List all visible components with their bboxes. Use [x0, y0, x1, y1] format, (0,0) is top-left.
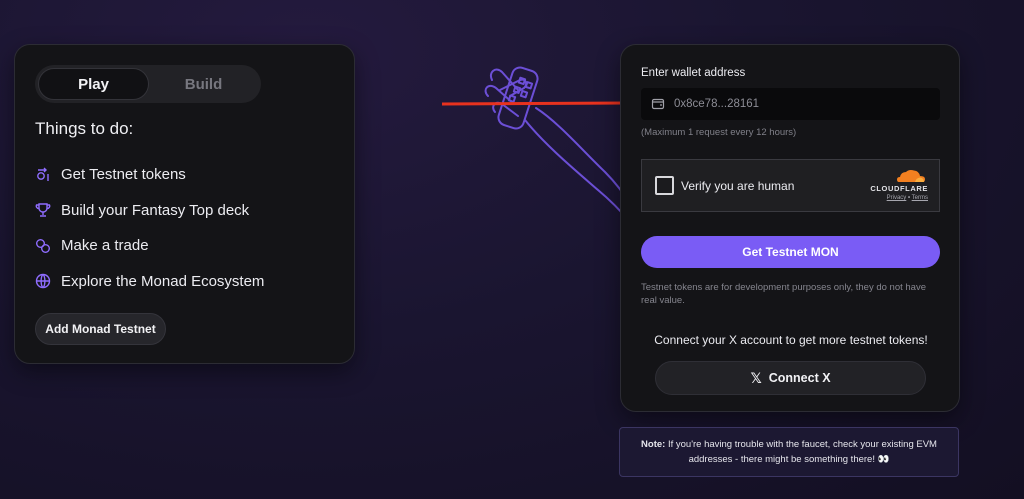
tab-build[interactable]: Build	[149, 68, 258, 100]
terms-link[interactable]: Terms	[912, 195, 928, 201]
link-separator: •	[907, 195, 911, 201]
coins-icon	[35, 167, 51, 183]
note-text: If you're having trouble with the faucet…	[667, 439, 937, 465]
globe-icon	[35, 273, 51, 289]
rate-limit-note: (Maximum 1 request every 12 hours)	[641, 127, 797, 138]
wallet-address-field[interactable]	[641, 88, 940, 120]
todo-item-label: Explore the Monad Ecosystem	[61, 272, 265, 290]
human-verify-checkbox[interactable]	[655, 176, 674, 195]
x-logo-icon: 𝕏	[750, 369, 762, 386]
tab-play[interactable]: Play	[38, 68, 149, 100]
wallet-label: Enter wallet address	[641, 67, 746, 79]
faucet-note: Note: If you're having trouble with the …	[619, 427, 959, 477]
trophy-icon	[35, 202, 51, 218]
captcha-links: Privacy • Terms	[887, 195, 928, 201]
todo-item-explore[interactable]: Explore the Monad Ecosystem	[35, 264, 264, 300]
connect-prompt: Connect your X account to get more testn…	[654, 333, 928, 347]
mode-tabs: Play Build	[35, 65, 261, 103]
connect-x-button[interactable]: 𝕏 Connect X	[655, 361, 926, 395]
exchange-icon	[35, 238, 51, 254]
todo-item-fantasy-deck[interactable]: Build your Fantasy Top deck	[35, 193, 264, 229]
todo-card: Play Build Things to do: Get Testnet tok…	[14, 44, 355, 364]
todo-item-label: Get Testnet tokens	[61, 166, 186, 184]
disclaimer-text: Testnet tokens are for development purpo…	[641, 282, 926, 306]
wallet-address-input[interactable]	[674, 98, 924, 110]
cloudflare-captcha: Verify you are human CLOUDFLARE Privacy …	[641, 159, 940, 212]
todo-item-label: Make a trade	[61, 237, 149, 255]
cloudflare-wordmark: CLOUDFLARE	[870, 184, 928, 193]
connect-x-label: Connect X	[768, 371, 831, 385]
todo-item-get-tokens[interactable]: Get Testnet tokens	[35, 157, 264, 193]
todo-item-label: Build your Fantasy Top deck	[61, 201, 250, 219]
add-monad-testnet-button[interactable]: Add Monad Testnet	[35, 313, 166, 345]
faucet-card: Enter wallet address (Maximum 1 request …	[620, 44, 960, 412]
note-label: Note:	[641, 439, 666, 450]
get-testnet-mon-button[interactable]: Get Testnet MON	[641, 236, 940, 268]
captcha-label: Verify you are human	[681, 179, 795, 193]
hand-illustration	[484, 66, 634, 223]
todo-title: Things to do:	[35, 119, 134, 138]
annotation-arrow-icon	[441, 94, 648, 112]
privacy-link[interactable]: Privacy	[887, 195, 907, 201]
cloudflare-logo-icon	[897, 170, 925, 182]
todo-list: Get Testnet tokens Build your Fantasy To…	[35, 157, 264, 299]
wallet-icon	[651, 97, 665, 111]
todo-item-trade[interactable]: Make a trade	[35, 228, 264, 264]
